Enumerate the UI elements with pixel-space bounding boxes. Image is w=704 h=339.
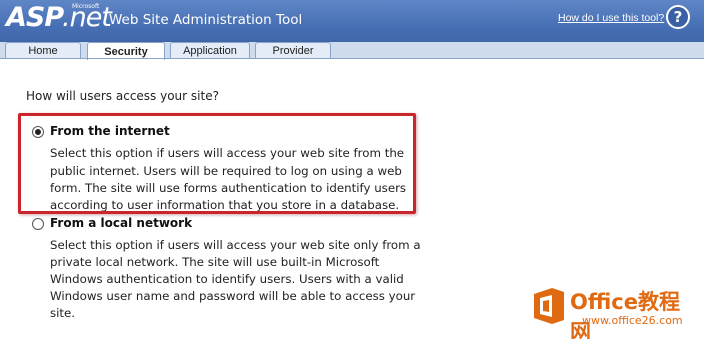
- office-logo-icon: [534, 288, 564, 324]
- local-network-option-desc-line: private local network. The site will use…: [50, 255, 380, 269]
- local-network-option-label[interactable]: From a local network: [50, 216, 192, 230]
- tab-provider[interactable]: Provider: [255, 42, 331, 58]
- watermark-url: www.office26.com: [582, 314, 683, 327]
- tab-divider: [0, 58, 704, 59]
- access-question: How will users access your site?: [26, 89, 219, 103]
- local-network-option-desc-line: Windows authentication to identify users…: [50, 272, 404, 286]
- local-network-radio[interactable]: [32, 218, 44, 230]
- tab-application[interactable]: Application: [170, 42, 250, 58]
- local-network-option-desc-line: site.: [50, 306, 76, 320]
- office-watermark: Office教程网 www.office26.com: [530, 286, 700, 339]
- app-title: Web Site Administration Tool: [109, 12, 303, 28]
- logo-asp-text: ASP: [6, 2, 64, 33]
- help-link[interactable]: How do I use this tool?: [558, 12, 664, 24]
- app-header: ASP Microsoft .net Web Site Administrati…: [0, 0, 704, 42]
- watermark-text: Office教程网: [570, 290, 680, 339]
- local-network-option-desc-line: Windows user name and password will be a…: [50, 289, 416, 303]
- local-network-option-desc-line: Select this option if users will access …: [50, 238, 421, 252]
- tab-home[interactable]: Home: [5, 42, 81, 58]
- help-icon[interactable]: ?: [666, 5, 690, 29]
- highlight-box: [18, 113, 416, 214]
- logo-net-text: .net: [62, 2, 112, 33]
